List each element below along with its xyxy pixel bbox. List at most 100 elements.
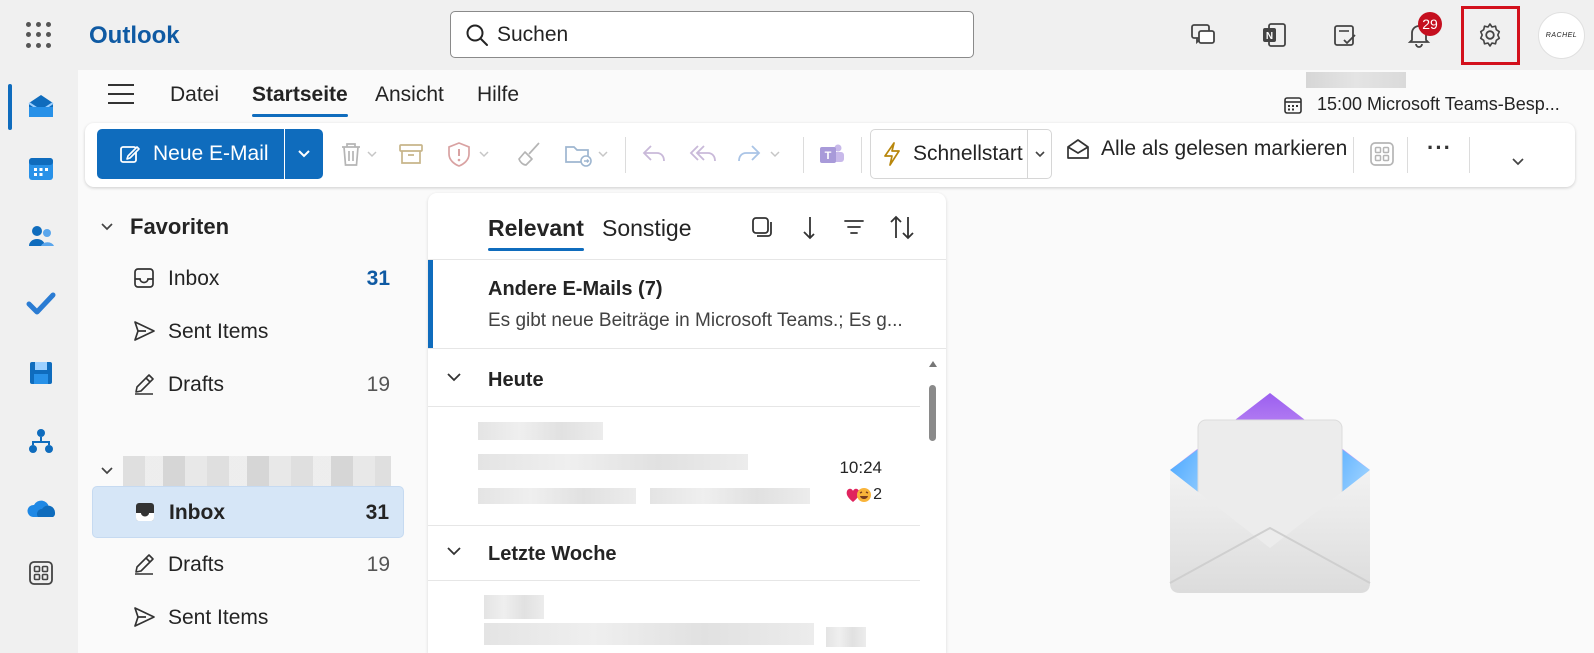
app-launcher-icon[interactable] bbox=[26, 22, 52, 48]
chevron-down-icon bbox=[1512, 158, 1524, 166]
mark-all-read-button[interactable]: Alle als gelesen markieren bbox=[1065, 137, 1347, 161]
tab-datei[interactable]: Datei bbox=[170, 83, 219, 107]
item-count: 19 bbox=[366, 373, 390, 396]
tab-hilfe[interactable]: Hilfe bbox=[477, 83, 519, 107]
folder-drafts-favorite[interactable]: Drafts 19 bbox=[92, 359, 404, 411]
envelope-open-icon bbox=[1067, 139, 1089, 159]
hamburger-menu-icon[interactable] bbox=[108, 84, 134, 106]
app-rail bbox=[0, 70, 78, 653]
filter-icon[interactable] bbox=[842, 215, 866, 239]
list-item[interactable]: 10:24 2 bbox=[428, 408, 920, 526]
files-app-icon[interactable] bbox=[20, 352, 62, 394]
notifications-icon[interactable]: 29 bbox=[1396, 12, 1442, 58]
select-icon[interactable] bbox=[750, 215, 774, 239]
search-input[interactable] bbox=[497, 18, 957, 52]
forward-button[interactable] bbox=[735, 137, 787, 171]
tab-relevant[interactable]: Relevant bbox=[488, 215, 584, 251]
ribbon-separator bbox=[625, 137, 626, 173]
favorites-header[interactable]: Favoriten bbox=[100, 214, 229, 240]
reactions[interactable]: 2 bbox=[845, 486, 882, 504]
menu-bar: Datei Startseite Ansicht Hilfe 15:00 Mic… bbox=[78, 70, 1594, 120]
ribbon-expand-button[interactable] bbox=[1511, 145, 1525, 179]
delete-button[interactable] bbox=[337, 137, 381, 171]
archive-button[interactable] bbox=[397, 137, 425, 171]
new-mail-button[interactable]: Neue E-Mail bbox=[97, 129, 284, 179]
compose-icon bbox=[120, 146, 140, 163]
more-apps-icon[interactable] bbox=[20, 552, 62, 594]
chevron-down-icon bbox=[447, 547, 461, 556]
todo-icon[interactable] bbox=[1322, 12, 1368, 58]
redacted-subject bbox=[478, 454, 748, 470]
quickstart-button[interactable]: Schnellstart bbox=[870, 129, 1052, 179]
move-button[interactable] bbox=[563, 137, 613, 171]
send-icon bbox=[134, 607, 155, 627]
search-box[interactable] bbox=[450, 11, 974, 58]
upcoming-meeting-label: 15:00 Microsoft Teams-Besp... bbox=[1317, 94, 1560, 114]
onedrive-app-icon[interactable] bbox=[20, 488, 62, 530]
sort-icon[interactable] bbox=[888, 215, 916, 241]
inbox-icon bbox=[136, 503, 154, 521]
redacted-subject bbox=[484, 623, 814, 645]
upcoming-meeting[interactable]: 15:00 Microsoft Teams-Besp... bbox=[1283, 94, 1560, 115]
group-header-today[interactable]: Heute bbox=[428, 353, 920, 407]
lightning-icon bbox=[884, 142, 900, 166]
chevron-down-icon bbox=[101, 223, 113, 231]
chevron-down-icon bbox=[101, 467, 113, 475]
redacted-preview bbox=[650, 488, 810, 504]
scroll-up-arrow-icon[interactable] bbox=[929, 361, 937, 367]
teams-button[interactable]: T bbox=[817, 137, 847, 171]
scroll-thumb[interactable] bbox=[929, 385, 936, 441]
feedback-icon[interactable] bbox=[1180, 12, 1226, 58]
report-button[interactable] bbox=[445, 137, 495, 171]
reply-button[interactable] bbox=[640, 137, 668, 171]
tab-sonstige[interactable]: Sonstige bbox=[602, 215, 692, 242]
chevron-down-icon bbox=[1034, 151, 1045, 158]
jump-to-icon[interactable] bbox=[798, 215, 820, 241]
more-options-button[interactable]: ··· bbox=[1427, 135, 1452, 161]
message-list: Relevant Sonstige Andere E-Mails (7) Es … bbox=[428, 193, 946, 653]
sweep-button[interactable] bbox=[515, 137, 543, 171]
settings-highlight-box bbox=[1461, 6, 1520, 65]
other-mails-item[interactable]: Andere E-Mails (7) Es gibt neue Beiträge… bbox=[428, 259, 946, 349]
heart-emoji-icon bbox=[846, 488, 872, 502]
tab-startseite[interactable]: Startseite bbox=[252, 83, 348, 117]
people-app-icon[interactable] bbox=[20, 215, 62, 257]
redacted-sender bbox=[484, 595, 544, 619]
folder-label: Drafts bbox=[168, 373, 225, 396]
ribbon-separator bbox=[803, 137, 804, 173]
unread-count: 31 bbox=[365, 501, 389, 524]
calendar-app-icon[interactable] bbox=[20, 148, 62, 190]
pencil-icon bbox=[135, 374, 154, 395]
message-list-scrollbar[interactable] bbox=[924, 361, 942, 653]
group-header-last-week[interactable]: Letzte Woche bbox=[428, 527, 920, 581]
reply-all-icon bbox=[689, 145, 716, 162]
folder-inbox-favorite[interactable]: Inbox 31 bbox=[92, 253, 404, 305]
reply-all-button[interactable] bbox=[688, 137, 718, 171]
folder-sent-favorite[interactable]: Sent Items bbox=[92, 306, 404, 358]
redacted-account-name bbox=[123, 456, 391, 486]
reaction-count: 2 bbox=[873, 486, 882, 503]
todo-app-icon[interactable] bbox=[20, 282, 62, 324]
avatar[interactable]: RACHEL bbox=[1538, 12, 1585, 59]
folder-sent[interactable]: Sent Items bbox=[92, 592, 404, 644]
tab-ansicht[interactable]: Ansicht bbox=[375, 83, 444, 107]
mail-app-icon[interactable] bbox=[20, 86, 62, 128]
apps-button[interactable] bbox=[1369, 137, 1395, 171]
empty-mail-illustration bbox=[1169, 393, 1371, 593]
quickstart-dropdown[interactable] bbox=[1027, 130, 1051, 178]
new-mail-dropdown[interactable] bbox=[285, 129, 323, 179]
org-app-icon[interactable] bbox=[20, 420, 62, 462]
folder-inbox[interactable]: Inbox 31 bbox=[92, 486, 404, 538]
teams-icon: T bbox=[820, 144, 844, 163]
app-title[interactable]: Outlook bbox=[89, 22, 180, 50]
other-mails-title: Andere E-Mails (7) bbox=[488, 278, 663, 300]
chevron-down-icon bbox=[447, 373, 461, 382]
group-label: Heute bbox=[488, 369, 544, 391]
folder-pane: Favoriten Inbox 31 Sent Items Drafts 19 … bbox=[78, 190, 420, 653]
pencil-icon bbox=[135, 554, 154, 575]
folder-move-icon bbox=[565, 146, 608, 167]
redacted-text bbox=[1306, 72, 1406, 88]
folder-drafts[interactable]: Drafts 19 bbox=[92, 539, 404, 591]
notification-badge: 29 bbox=[1418, 12, 1442, 36]
onenote-icon[interactable]: N bbox=[1251, 12, 1297, 58]
